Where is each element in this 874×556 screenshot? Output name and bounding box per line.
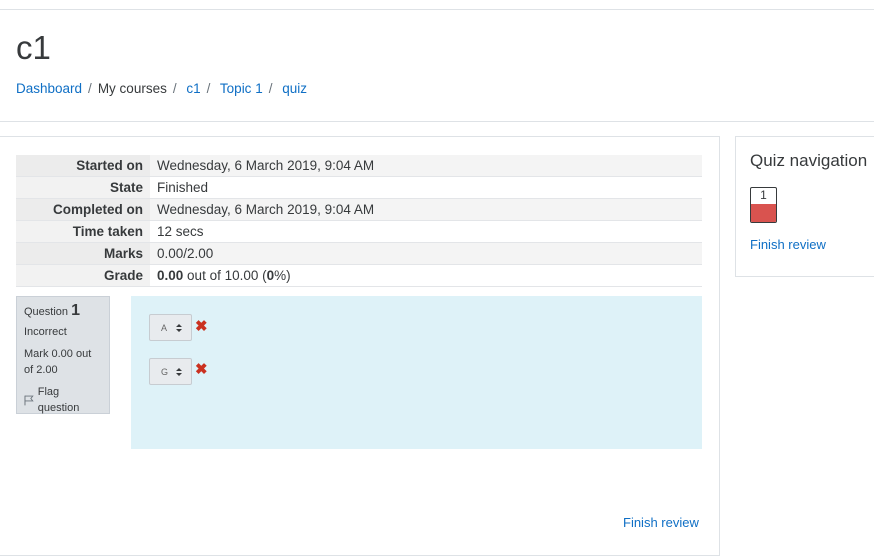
table-row: Marks 0.00/2.00 (16, 242, 702, 265)
quiz-nav-question-number: 1 (760, 188, 767, 202)
summary-label: Time taken (16, 220, 150, 243)
summary-value: Wednesday, 6 March 2019, 9:04 AM (150, 155, 702, 177)
incorrect-cross-icon: ✖ (195, 318, 208, 335)
question-content (131, 296, 702, 449)
question-info-panel: Question 1 Incorrect Mark 0.00 out of 2.… (16, 296, 110, 414)
breadcrumb-my-courses: My courses (97, 81, 167, 96)
grade-percent-sign: %) (274, 268, 291, 283)
breadcrumb-separator: / (172, 81, 177, 96)
table-row: Grade 0.00 out of 10.00 (0%) (16, 264, 702, 287)
header-divider (0, 121, 874, 122)
summary-label: Started on (16, 155, 150, 177)
summary-label: Completed on (16, 198, 150, 221)
breadcrumb-separator: / (206, 81, 211, 96)
answer-select-value: G (161, 366, 169, 377)
grade-percent: 0 (266, 268, 275, 283)
breadcrumb: Dashboard / My courses / c1 / Topic 1 / quiz (16, 80, 307, 98)
breadcrumb-topic[interactable]: Topic 1 (220, 81, 263, 96)
table-row: Time taken 12 secs (16, 220, 702, 243)
question-mark: Mark 0.00 out of 2.00 (24, 348, 92, 376)
top-divider (0, 9, 874, 10)
select-arrows-icon (176, 323, 182, 332)
attempt-summary-table: Started on Wednesday, 6 March 2019, 9:04… (16, 155, 702, 287)
summary-value: 0.00/2.00 (150, 242, 702, 265)
page-title: c1 (16, 29, 51, 66)
quiz-navigation-title: Quiz navigation (750, 151, 868, 170)
flag-question-toggle[interactable]: Flag question (24, 384, 102, 416)
summary-label: State (16, 176, 150, 199)
flag-question-label: Flag question (37, 386, 80, 414)
select-arrows-icon (176, 367, 182, 376)
quiz-nav-question-button[interactable]: 1 (750, 187, 777, 223)
table-row: Completed on Wednesday, 6 March 2019, 9:… (16, 198, 702, 221)
grade-out-of: out of 10.00 ( (187, 268, 267, 283)
finish-review-link-sidebar[interactable]: Finish review (750, 237, 826, 252)
answer-select-2[interactable]: G (149, 358, 192, 385)
grade-value: 0.00 out of 10.00 (0%) (150, 264, 702, 287)
grade-label: Grade (16, 264, 150, 287)
breadcrumb-separator: / (268, 81, 273, 96)
breadcrumb-quiz[interactable]: quiz (282, 81, 307, 96)
answer-select-1[interactable]: A (149, 314, 192, 341)
summary-value: Wednesday, 6 March 2019, 9:04 AM (150, 198, 702, 221)
question-state: Incorrect (24, 326, 67, 338)
flag-icon (24, 395, 34, 405)
summary-label: Marks (16, 242, 150, 265)
incorrect-indicator (751, 204, 776, 222)
summary-value: 12 secs (150, 220, 702, 243)
breadcrumb-course[interactable]: c1 (186, 81, 200, 96)
table-row: Started on Wednesday, 6 March 2019, 9:04… (16, 155, 702, 177)
question-label: Question (24, 306, 69, 318)
grade-score: 0.00 (157, 268, 184, 283)
question-number-value: 1 (71, 302, 80, 319)
breadcrumb-dashboard[interactable]: Dashboard (16, 81, 82, 96)
finish-review-link[interactable]: Finish review (623, 515, 699, 530)
table-row: State Finished (16, 176, 702, 199)
incorrect-cross-icon: ✖ (195, 361, 208, 378)
answer-select-value: A (161, 322, 168, 333)
breadcrumb-separator: / (88, 81, 92, 96)
summary-value: Finished (150, 176, 702, 199)
question-number: Question 1 (24, 303, 102, 320)
